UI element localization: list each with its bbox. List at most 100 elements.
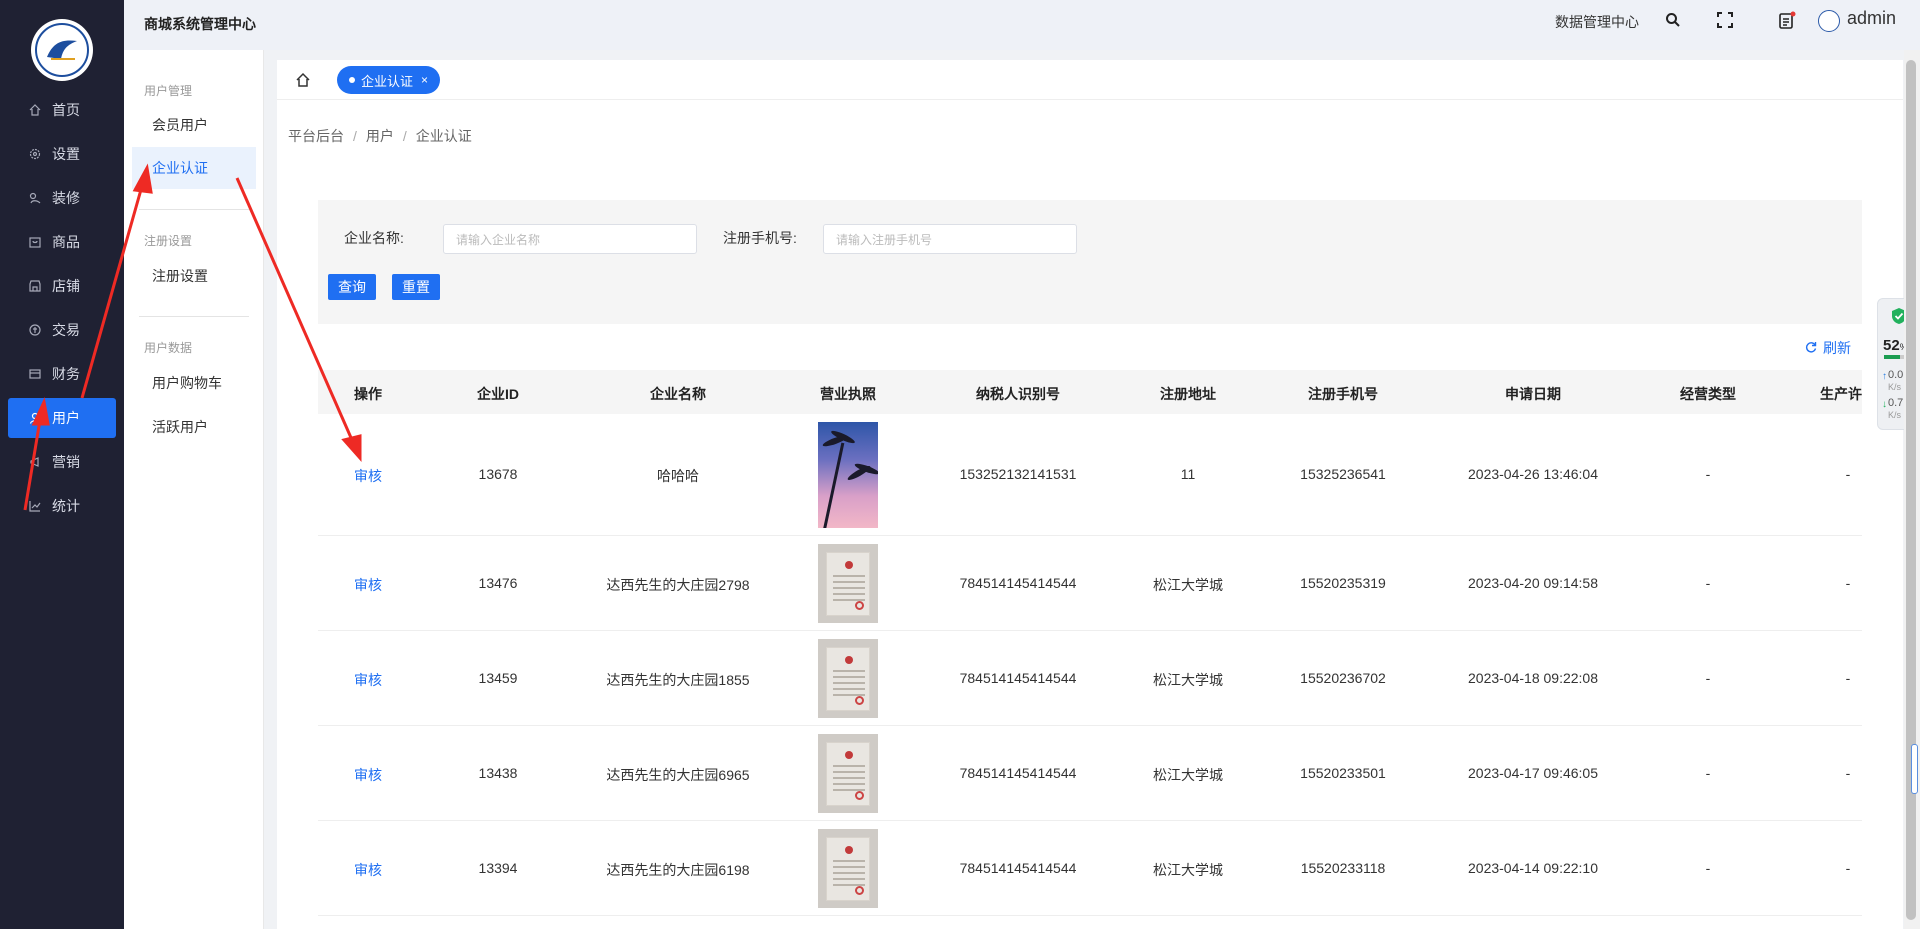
tax-id: 153252132141531 [959,466,1077,482]
sidebar-item-label: 交易 [52,322,80,338]
sidebar-item-label: 财务 [52,366,80,382]
subnav-group-title: 用户管理 [144,84,193,98]
review-link[interactable]: 审核 [354,466,382,486]
column-header: 生产许可 [1820,386,1862,402]
table-row: 审核 13678 哈哈哈 153252132141531 11 15325236541 20… [318,414,1862,536]
main-sidebar: 首页设置装修商品店铺交易财务用户营销统计 [0,0,124,929]
subnav-item-active-users[interactable]: 活跃用户 [132,406,256,448]
apply-date: 2023-04-17 09:46:05 [1468,764,1598,781]
table-row: 审核 13476 达西先生的大庄园2798 784514145414544 松江大学城 1… [318,536,1862,631]
notification-icon[interactable] [1777,10,1797,30]
sidebar-item[interactable]: 商品 [8,222,116,262]
review-link[interactable]: 审核 [354,860,382,880]
query-button[interactable]: 查询 [328,274,376,300]
register-phone: 15325236541 [1300,466,1386,482]
sidebar-item-label: 装修 [52,190,80,206]
company-id: 13459 [478,669,518,686]
table-row: 审核 13394 达西先生的大庄园6198 784514145414544 松江大学城 1… [318,821,1862,916]
sidebar-item[interactable]: 首页 [8,90,116,130]
sidebar-item[interactable]: 设置 [8,134,116,174]
register-address: 松江大学城 [1153,861,1223,878]
refresh-icon [1805,341,1817,356]
sidebar-item-label: 统计 [52,498,80,514]
subnav-divider [139,316,249,317]
decorate-icon [28,191,42,205]
subnav-item-user-cart[interactable]: 用户购物车 [132,362,256,404]
column-header: 营业执照 [820,386,876,402]
marketing-icon [28,455,42,469]
brand-logo[interactable] [31,19,93,81]
search-icon[interactable] [1663,10,1683,30]
company-name: 达西先生的大庄园6198 [606,861,750,878]
column-header: 注册手机号 [1308,386,1378,402]
sidebar-item[interactable]: 财务 [8,354,116,394]
logo-emblem [35,23,89,77]
company-table: 操作 企业ID 企业名称 营业执照 纳税人识别号 注册地址 注册手机号 申请日期 经营类型 生产许… [318,370,1862,929]
production-permit: - [1845,669,1851,686]
company-name-input[interactable]: 请输入企业名称 [443,224,697,254]
tax-id: 784514145414544 [959,764,1077,781]
breadcrumb-item[interactable]: 用户 [366,128,394,144]
breadcrumb-separator: / [353,128,357,144]
download-speed: 0.7 [1888,397,1904,409]
avatar[interactable] [1818,10,1840,32]
license-image[interactable] [818,734,878,813]
tab-company-auth[interactable]: 企业认证 × [337,66,441,94]
license-image[interactable] [818,639,878,718]
breadcrumb-item[interactable]: 平台后台 [288,128,344,144]
review-link[interactable]: 审核 [354,575,382,595]
register-address: 松江大学城 [1153,766,1223,783]
sidebar-item[interactable]: 用户 [8,398,116,438]
refresh-button[interactable]: 刷新 [1805,338,1851,358]
tax-id: 784514145414544 [959,669,1077,686]
subnav-item-register-settings[interactable]: 注册设置 [132,255,256,297]
breadcrumb-item: 企业认证 [415,128,472,144]
business-type: - [1705,764,1711,781]
sidebar-item[interactable]: 交易 [8,310,116,350]
company-name: 达西先生的大庄园1855 [606,671,750,688]
license-image[interactable] [818,422,878,528]
column-header: 注册地址 [1160,386,1216,402]
reset-button[interactable]: 重置 [392,274,440,300]
close-icon[interactable]: × [421,73,428,87]
review-link[interactable]: 审核 [354,765,382,785]
home-tab-icon[interactable] [293,70,313,90]
sidebar-item-label: 商品 [52,234,80,250]
register-address: 11 [1180,466,1196,482]
chart-icon [28,499,42,513]
memory-bar-fill [1884,355,1900,359]
breadcrumb-separator: / [402,128,407,144]
subnav-group-title: 用户数据 [144,341,193,355]
subnav-item-members[interactable]: 会员用户 [132,104,256,146]
active-dot [349,77,355,83]
column-header: 申请日期 [1505,386,1561,402]
subnav-item-company-auth[interactable]: 企业认证 [132,147,256,189]
user-name[interactable]: admin [1847,8,1896,29]
license-image[interactable] [818,829,878,908]
mini-scroll-indicator[interactable] [1911,744,1918,794]
fullscreen-icon[interactable] [1715,10,1735,30]
business-type: - [1705,574,1711,591]
tax-id: 784514145414544 [959,574,1077,591]
sidebar-item-label: 设置 [52,146,80,162]
top-header: 商城系统管理中心 数据管理中心 admin [124,0,1920,50]
sidebar-item[interactable]: 店铺 [8,266,116,306]
subnav-group-title: 注册设置 [144,234,193,248]
sidebar-item[interactable]: 营销 [8,442,116,482]
license-image[interactable] [818,544,878,623]
sidebar-item-label: 营销 [52,454,80,470]
phone-input[interactable]: 请输入注册手机号 [823,224,1077,254]
speed-unit: K/s [1888,382,1902,392]
download-arrow-icon: ↓ [1882,399,1887,410]
review-link[interactable]: 审核 [354,670,382,690]
sidebar-item[interactable]: 统计 [8,486,116,526]
company-id: 13394 [478,859,518,876]
data-center-link[interactable]: 数据管理中心 [1555,12,1639,32]
sub-sidebar: 用户管理 会员用户 企业认证 注册设置 注册设置 用户数据 用户购物车 活跃用户 [124,50,264,929]
sidebar-item-label: 用户 [52,410,80,426]
register-phone: 15520233501 [1300,764,1386,781]
tab-bar: 企业认证 × [277,60,1903,100]
business-type: - [1705,859,1711,876]
sidebar-item[interactable]: 装修 [8,178,116,218]
business-type: - [1705,466,1711,482]
